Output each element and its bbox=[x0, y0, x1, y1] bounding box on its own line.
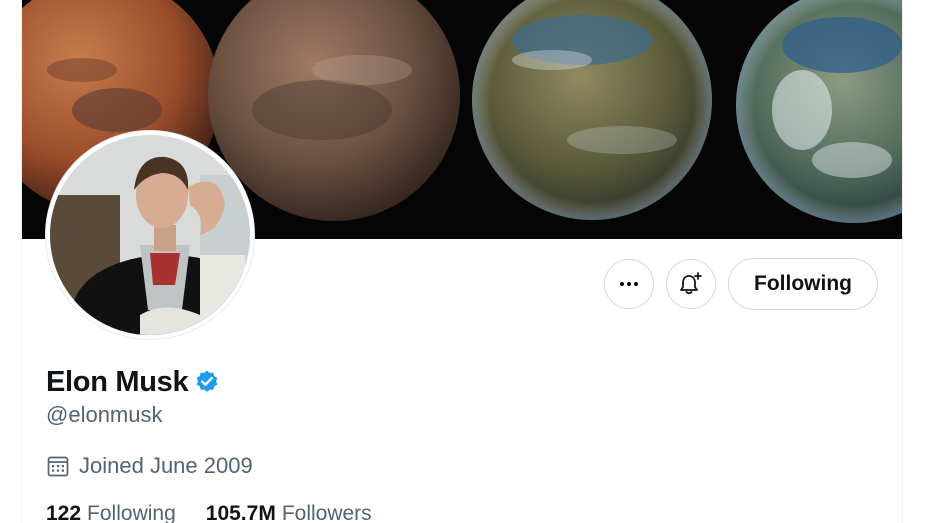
followers-label: Followers bbox=[281, 502, 372, 523]
avatar-photo bbox=[50, 135, 250, 335]
profile-card: Following Elon Musk @elonmusk Joined Jun… bbox=[21, 0, 903, 523]
notifications-button[interactable] bbox=[666, 259, 716, 309]
avatar[interactable] bbox=[46, 131, 254, 339]
calendar-icon bbox=[47, 456, 69, 477]
following-count: 122 bbox=[46, 502, 82, 523]
join-date-label: Joined June 2009 bbox=[79, 453, 253, 478]
profile-identity: Elon Musk @elonmusk bbox=[46, 364, 220, 428]
bell-plus-icon bbox=[680, 272, 702, 295]
following-stat[interactable]: 122 Following bbox=[46, 501, 176, 523]
user-handle: @elonmusk bbox=[46, 402, 163, 427]
name-row: Elon Musk bbox=[46, 364, 220, 400]
verified-badge-icon[interactable] bbox=[194, 369, 220, 395]
profile-actions: Following bbox=[604, 258, 878, 310]
more-icon bbox=[619, 281, 639, 287]
profile-page: Following Elon Musk @elonmusk Joined Jun… bbox=[0, 0, 931, 523]
display-name: Elon Musk bbox=[46, 365, 189, 398]
more-button[interactable] bbox=[604, 259, 654, 309]
follow-stats: 122 Following 105.7M Followers bbox=[46, 501, 372, 523]
followers-count: 105.7M bbox=[205, 502, 276, 523]
join-date: Joined June 2009 bbox=[46, 453, 253, 479]
following-button[interactable]: Following bbox=[728, 258, 878, 310]
following-label: Following bbox=[87, 502, 176, 523]
followers-stat[interactable]: 105.7M Followers bbox=[206, 501, 372, 523]
